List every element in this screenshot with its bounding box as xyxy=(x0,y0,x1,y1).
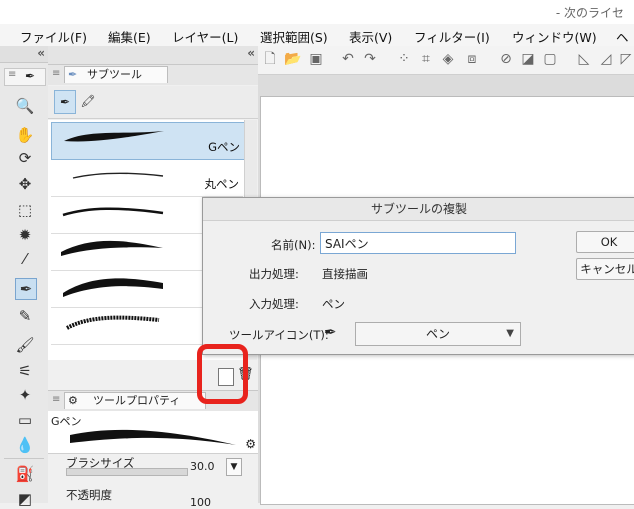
brush-stroke-preview xyxy=(64,131,164,142)
tab-label: ツールプロパティ xyxy=(93,394,181,407)
tool-strip: « ≡ ✒ 🔍 ✋ ⟳ ✥ ⬚ ✹ ⁄ ✒ ✎ 🖌 ⚟ ✦ ▭ 💧 ⛽ ◩ xyxy=(0,46,49,508)
brush-stroke-preview xyxy=(61,240,163,256)
tool-property-settings: ブラシサイズ 30.0 ▼ 不透明度 100 xyxy=(48,454,258,509)
ruler-3-icon[interactable]: ◸ xyxy=(618,51,634,67)
eraser-icon[interactable]: ▭ xyxy=(15,410,35,430)
menu-help[interactable]: ヘ xyxy=(616,27,629,46)
pen-icon: ✒ xyxy=(25,69,36,83)
input-label: 入力処理: xyxy=(249,297,299,311)
gear-icon: ⚙ xyxy=(68,394,78,407)
auto-select-icon[interactable]: ✹ xyxy=(15,225,35,245)
menu-icon[interactable]: ≡ xyxy=(52,68,60,79)
tool-icon-select[interactable]: ペン ▼ xyxy=(355,322,521,346)
pen-group-icon[interactable]: ✒ xyxy=(54,90,76,114)
undo-icon[interactable]: ↶ xyxy=(340,51,356,67)
zoom-icon[interactable]: 🔍 xyxy=(15,96,35,116)
input-value: ペン xyxy=(322,297,345,311)
pencil-icon[interactable]: ✎ xyxy=(15,306,35,326)
output-value: 直接描画 xyxy=(322,267,368,281)
brush-size-value: 30.0 xyxy=(190,460,215,473)
cancel-button[interactable]: キャンセル xyxy=(576,258,634,280)
name-input[interactable]: SAIペン xyxy=(320,232,516,254)
settings-icon[interactable]: ⚙ xyxy=(245,437,256,451)
menu-icon[interactable]: ≡ xyxy=(8,69,16,80)
subtool-group-row: ✒ 🖍 xyxy=(48,86,258,119)
brush-name: 丸ペン xyxy=(204,177,240,191)
name-label: 名前(N): xyxy=(271,238,316,252)
menu-view[interactable]: 表示(V) xyxy=(349,27,392,46)
menu-layer[interactable]: レイヤー(L) xyxy=(172,27,238,46)
redo-icon[interactable]: ↷ xyxy=(362,51,378,67)
brush-item-maru[interactable]: 丸ペン xyxy=(51,160,243,197)
tool-tab[interactable]: ≡ ✒ xyxy=(4,68,46,86)
title-bar: - 次のライセ xyxy=(0,0,634,24)
divider xyxy=(4,458,44,459)
ruler-2-icon[interactable]: ◿ xyxy=(598,51,614,67)
marker-group-icon[interactable]: 🖍 xyxy=(78,90,98,112)
menu-bar: ファイル(F) 編集(E) レイヤー(L) 選択範囲(S) 表示(V) フィルタ… xyxy=(0,24,634,47)
brush-stroke-preview xyxy=(72,172,164,179)
eyedropper-icon[interactable]: ⁄ xyxy=(15,249,35,269)
transform-icon[interactable]: ⌗ xyxy=(418,51,434,67)
brush-stroke-preview xyxy=(63,278,163,297)
frame-icon[interactable]: ▢ xyxy=(542,51,558,67)
move-icon[interactable]: ✥ xyxy=(15,174,35,194)
highlight-annotation xyxy=(197,344,248,404)
brush-name: Gペン xyxy=(208,140,240,154)
tool-preset-preview: Gペン ⚙ xyxy=(48,411,258,454)
pen-tool-icon[interactable]: ✒ xyxy=(15,278,37,300)
new-file-icon[interactable]: 🗋 xyxy=(262,51,278,67)
fill-icon[interactable]: ⛽ xyxy=(15,464,35,484)
dialog-title: サブツールの複製 xyxy=(203,198,634,221)
pens-icon: ✒ xyxy=(68,68,78,81)
subtool-panel-header: « xyxy=(48,46,258,65)
pen-icon: ✒ xyxy=(324,323,337,341)
menu-window[interactable]: ウィンドウ(W) xyxy=(512,27,597,46)
duplicate-subtool-dialog: サブツールの複製 名前(N): SAIペン 出力処理: 直接描画 入力処理: ペ… xyxy=(202,197,634,355)
chevron-down-icon: ▼ xyxy=(506,328,514,339)
gradient-icon[interactable]: ◩ xyxy=(15,489,35,509)
menu-filter[interactable]: フィルター(I) xyxy=(414,27,490,46)
menu-icon[interactable]: ≡ xyxy=(52,394,60,405)
collapse-icon[interactable]: « xyxy=(247,46,255,60)
tab-label: サブツール xyxy=(87,68,142,81)
brush-icon[interactable]: 🖌 xyxy=(15,335,35,355)
airbrush-icon[interactable]: ⚟ xyxy=(15,361,35,381)
subtool-tab-row: ≡ ✒ サブツール xyxy=(48,65,258,85)
hand-icon[interactable]: ✋ xyxy=(15,125,35,145)
tool-icon-label: ツールアイコン(T): xyxy=(229,328,329,342)
tool-strip-header: « xyxy=(0,46,48,63)
crop-icon[interactable]: ⧈ xyxy=(464,51,480,67)
ok-button[interactable]: OK xyxy=(576,231,634,253)
tab-tool-property[interactable]: ⚙ ツールプロパティ xyxy=(64,392,206,409)
fill-selection-icon[interactable]: ◪ xyxy=(520,51,536,67)
brush-stroke-preview xyxy=(70,429,236,445)
tool-icon-select-value: ペン xyxy=(425,327,450,341)
opacity-label: 不透明度 xyxy=(66,488,112,502)
clear-icon[interactable]: ⊘ xyxy=(498,51,514,67)
brush-item-gpen[interactable]: Gペン xyxy=(51,122,245,160)
window-title: - 次のライセ xyxy=(555,6,624,20)
decoration-icon[interactable]: ✦ xyxy=(15,385,35,405)
save-icon[interactable]: ▣ xyxy=(308,51,324,67)
brush-stroke-preview xyxy=(62,207,164,217)
tab-subtool[interactable]: ✒ サブツール xyxy=(64,66,168,83)
eraser-selection-icon[interactable]: ◈ xyxy=(440,51,456,67)
brush-size-slider[interactable] xyxy=(66,468,188,476)
open-folder-icon[interactable]: 📂 xyxy=(284,51,301,67)
ruler-icon[interactable]: ◺ xyxy=(576,51,592,67)
command-bar: 🗋 📂 ▣ ↶ ↷ ⁘ ⌗ ◈ ⧈ ⊘ ◪ ▢ ◺ ◿ ◸ xyxy=(258,46,634,75)
menu-selection[interactable]: 選択範囲(S) xyxy=(260,27,328,46)
menu-edit[interactable]: 編集(E) xyxy=(108,27,151,46)
rotate-icon[interactable]: ⟳ xyxy=(15,148,35,168)
collapse-icon[interactable]: « xyxy=(37,46,45,60)
brush-stroke-preview xyxy=(66,315,160,330)
menu-file[interactable]: ファイル(F) xyxy=(20,27,87,46)
brush-size-dropdown[interactable]: ▼ xyxy=(226,458,242,476)
blend-icon[interactable]: 💧 xyxy=(15,435,35,455)
selection-icon[interactable]: ⬚ xyxy=(15,200,35,220)
selection-handle-icon[interactable]: ⁘ xyxy=(396,51,412,67)
output-label: 出力処理: xyxy=(249,267,299,281)
